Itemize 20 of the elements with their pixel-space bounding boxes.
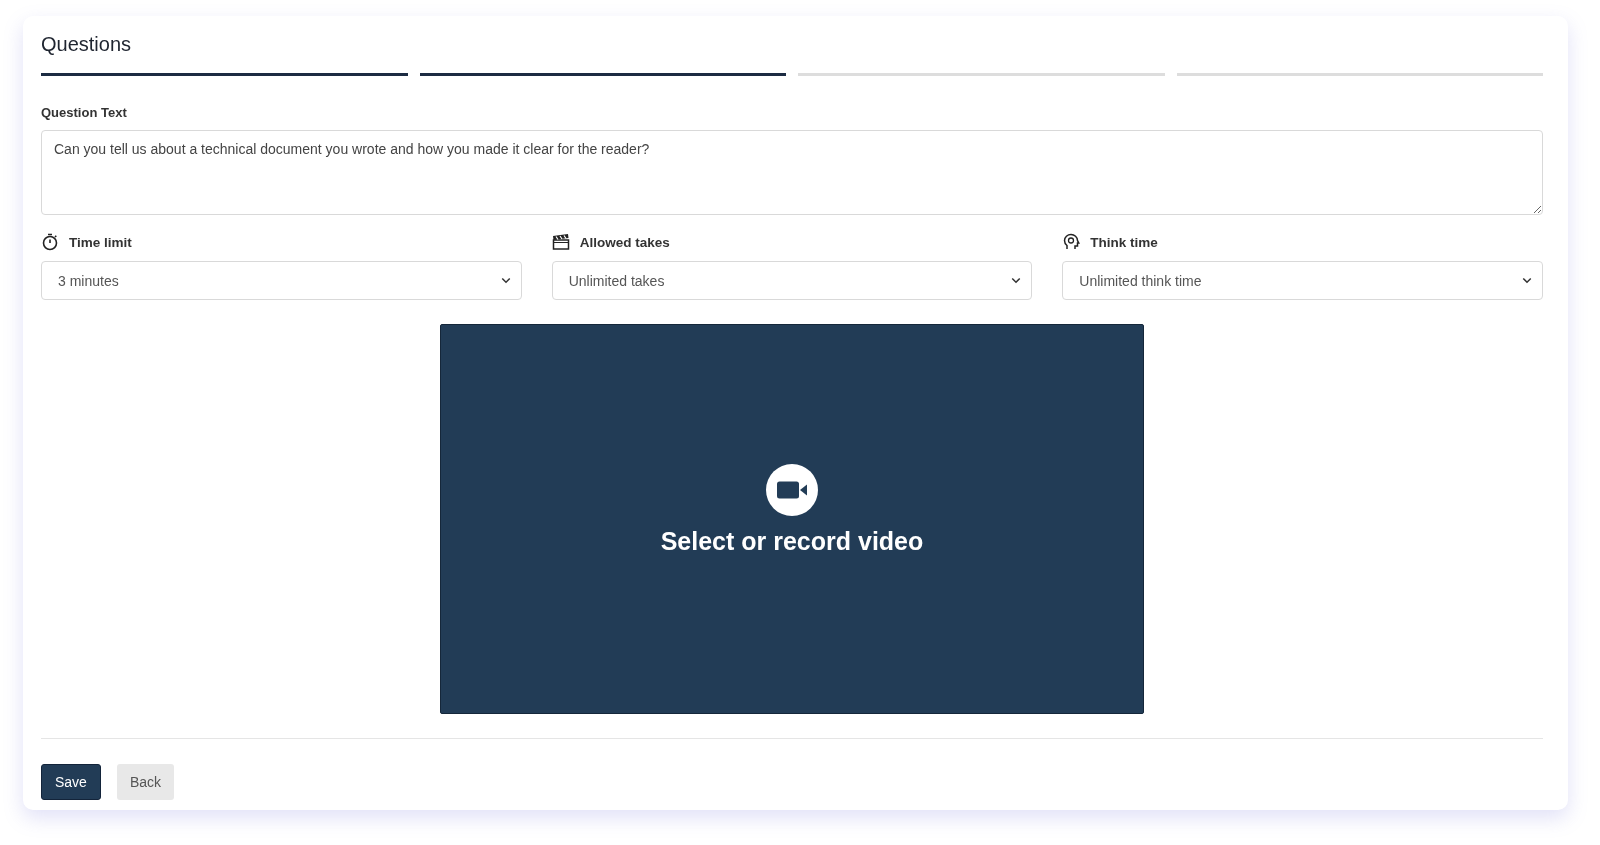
back-button[interactable]: Back bbox=[116, 764, 175, 800]
chevron-down-icon bbox=[1011, 277, 1022, 284]
save-button[interactable]: Save bbox=[41, 764, 101, 800]
dropdown[interactable]: 3 minutes bbox=[41, 261, 522, 300]
field-label: Think time bbox=[1090, 234, 1158, 250]
video-prompt: Select or record video bbox=[660, 526, 924, 556]
clapperboard-icon bbox=[551, 233, 570, 251]
page-title: Questions bbox=[41, 32, 133, 57]
dropdown[interactable]: Unlimited takes bbox=[551, 261, 1033, 300]
head-icon bbox=[1062, 233, 1081, 251]
field-label: Allowed takes bbox=[579, 234, 670, 250]
question-text-field[interactable]: Can you tell us about a technical document you wrote and how you made it clear for the reader? bbox=[41, 130, 1543, 215]
video-camera-icon bbox=[765, 462, 819, 517]
video-panel[interactable]: Select or record video bbox=[440, 324, 1144, 714]
dropdown[interactable]: Unlimited think time bbox=[1062, 261, 1543, 300]
field-label: Question Text bbox=[41, 105, 128, 120]
field-label: Time limit bbox=[69, 234, 132, 250]
chevron-down-icon bbox=[1522, 277, 1532, 284]
stopwatch-icon bbox=[41, 233, 59, 251]
chevron-down-icon bbox=[500, 277, 511, 284]
